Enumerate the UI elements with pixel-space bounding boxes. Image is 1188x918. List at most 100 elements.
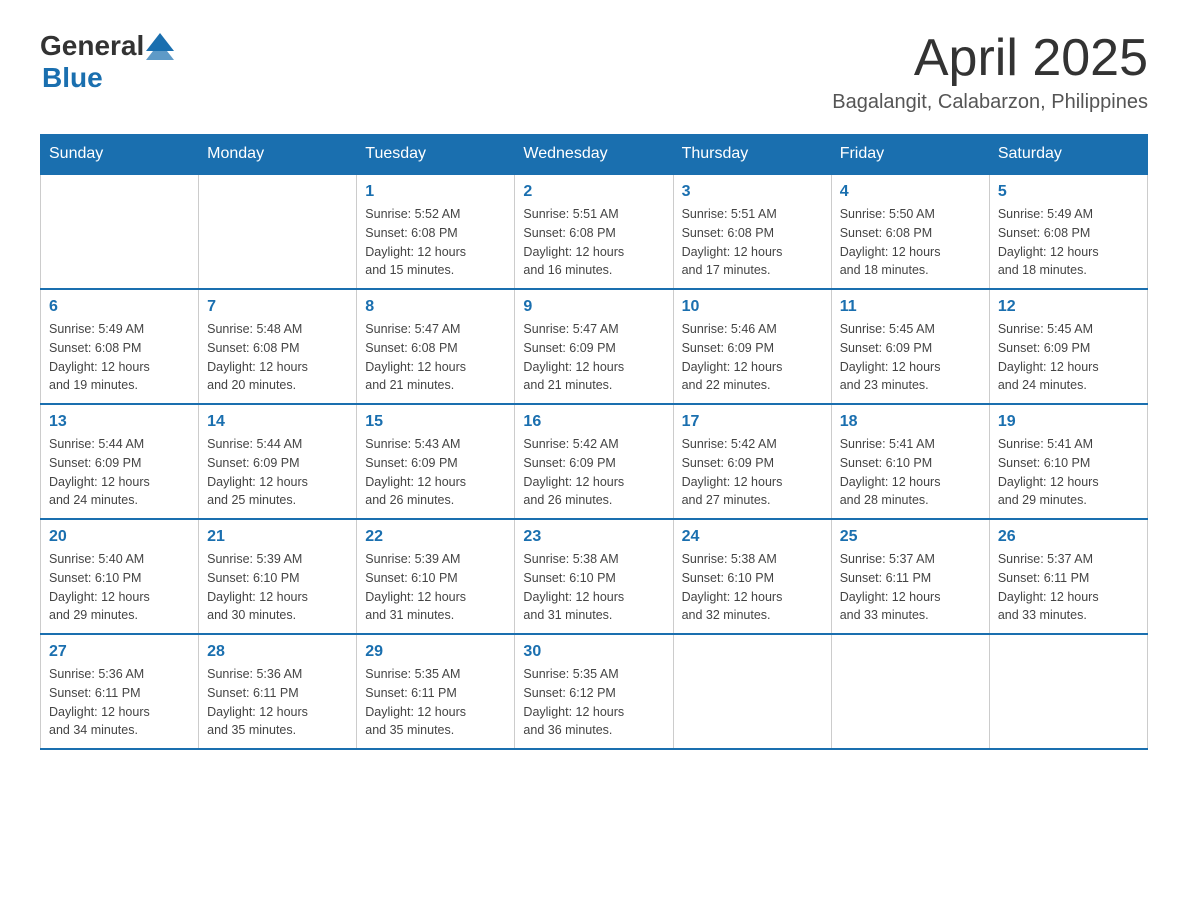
week-row-2: 6Sunrise: 5:49 AMSunset: 6:08 PMDaylight… xyxy=(41,289,1148,404)
calendar-cell: 15 Sunrise: 5:43 AMSunset: 6:09 PMDayligh… xyxy=(357,404,515,519)
day-info: Sunrise: 5:40 AMSunset: 6:10 PMDaylight:… xyxy=(49,550,190,625)
calendar-cell: 29 Sunrise: 5:35 AMSunset: 6:11 PMDayligh… xyxy=(357,634,515,749)
calendar-cell: 2 Sunrise: 5:51 AMSunset: 6:08 PMDaylight… xyxy=(515,174,673,289)
day-info: Sunrise: 5:50 AMSunset: 6:08 PMDaylight:… xyxy=(840,205,981,280)
day-info: Sunrise: 5:38 AMSunset: 6:10 PMDaylight:… xyxy=(523,550,664,625)
day-number: 15 xyxy=(365,413,506,431)
day-info: Sunrise: 5:36 AMSunset: 6:11 PMDaylight:… xyxy=(207,665,348,740)
calendar-cell: 28 Sunrise: 5:36 AMSunset: 6:11 PMDayligh… xyxy=(199,634,357,749)
title-section: April 2025 Bagalangit, Calabarzon, Phili… xyxy=(832,30,1148,114)
day-info: Sunrise: 5:45 AMSunset: 6:09 PMDaylight:… xyxy=(998,320,1139,395)
month-title: April 2025 xyxy=(832,30,1148,87)
day-info: Sunrise: 5:41 AMSunset: 6:10 PMDaylight:… xyxy=(998,435,1139,510)
weekday-header-thursday: Thursday xyxy=(673,135,831,175)
calendar-cell: 27Sunrise: 5:36 AMSunset: 6:11 PMDayligh… xyxy=(41,634,199,749)
calendar-cell: 16 Sunrise: 5:42 AMSunset: 6:09 PMDayligh… xyxy=(515,404,673,519)
day-info: Sunrise: 5:42 AMSunset: 6:09 PMDaylight:… xyxy=(523,435,664,510)
day-number: 13 xyxy=(49,413,190,431)
day-info: Sunrise: 5:51 AMSunset: 6:08 PMDaylight:… xyxy=(682,205,823,280)
day-info: Sunrise: 5:51 AMSunset: 6:08 PMDaylight:… xyxy=(523,205,664,280)
day-info: Sunrise: 5:49 AMSunset: 6:08 PMDaylight:… xyxy=(998,205,1139,280)
day-info: Sunrise: 5:47 AMSunset: 6:08 PMDaylight:… xyxy=(365,320,506,395)
day-number: 23 xyxy=(523,528,664,546)
day-info: Sunrise: 5:42 AMSunset: 6:09 PMDaylight:… xyxy=(682,435,823,510)
day-number: 30 xyxy=(523,643,664,661)
calendar-cell: 13 Sunrise: 5:44 AMSunset: 6:09 PMDayligh… xyxy=(41,404,199,519)
day-info: Sunrise: 5:43 AMSunset: 6:09 PMDaylight:… xyxy=(365,435,506,510)
day-number: 17 xyxy=(682,413,823,431)
week-row-3: 13 Sunrise: 5:44 AMSunset: 6:09 PMDayligh… xyxy=(41,404,1148,519)
calendar-cell: 22 Sunrise: 5:39 AMSunset: 6:10 PMDayligh… xyxy=(357,519,515,634)
calendar-cell: 9 Sunrise: 5:47 AMSunset: 6:09 PMDaylight… xyxy=(515,289,673,404)
day-info: Sunrise: 5:37 AMSunset: 6:11 PMDaylight:… xyxy=(998,550,1139,625)
logo: General Blue xyxy=(40,30,174,94)
day-number: 8 xyxy=(365,298,506,316)
calendar-cell: 25 Sunrise: 5:37 AMSunset: 6:11 PMDayligh… xyxy=(831,519,989,634)
calendar-cell: 8 Sunrise: 5:47 AMSunset: 6:08 PMDaylight… xyxy=(357,289,515,404)
calendar-cell xyxy=(673,634,831,749)
day-number: 20 xyxy=(49,528,190,546)
day-number: 22 xyxy=(365,528,506,546)
calendar-cell: 10 Sunrise: 5:46 AMSunset: 6:09 PMDayligh… xyxy=(673,289,831,404)
day-info: Sunrise: 5:41 AMSunset: 6:10 PMDaylight:… xyxy=(840,435,981,510)
day-number: 18 xyxy=(840,413,981,431)
day-info: Sunrise: 5:47 AMSunset: 6:09 PMDaylight:… xyxy=(523,320,664,395)
day-number: 28 xyxy=(207,643,348,661)
calendar-cell: 23 Sunrise: 5:38 AMSunset: 6:10 PMDayligh… xyxy=(515,519,673,634)
calendar-cell: 24 Sunrise: 5:38 AMSunset: 6:10 PMDayligh… xyxy=(673,519,831,634)
day-info: Sunrise: 5:46 AMSunset: 6:09 PMDaylight:… xyxy=(682,320,823,395)
day-info: Sunrise: 5:39 AMSunset: 6:10 PMDaylight:… xyxy=(365,550,506,625)
day-number: 4 xyxy=(840,183,981,201)
day-info: Sunrise: 5:52 AMSunset: 6:08 PMDaylight:… xyxy=(365,205,506,280)
location-title: Bagalangit, Calabarzon, Philippines xyxy=(832,91,1148,114)
day-number: 21 xyxy=(207,528,348,546)
week-row-1: 1 Sunrise: 5:52 AMSunset: 6:08 PMDaylight… xyxy=(41,174,1148,289)
weekday-header-friday: Friday xyxy=(831,135,989,175)
day-number: 11 xyxy=(840,298,981,316)
weekday-header-row: SundayMondayTuesdayWednesdayThursdayFrid… xyxy=(41,135,1148,175)
day-number: 12 xyxy=(998,298,1139,316)
logo-text-general: General xyxy=(40,30,144,62)
logo-text-blue: Blue xyxy=(42,62,103,93)
day-info: Sunrise: 5:45 AMSunset: 6:09 PMDaylight:… xyxy=(840,320,981,395)
day-info: Sunrise: 5:35 AMSunset: 6:11 PMDaylight:… xyxy=(365,665,506,740)
day-number: 2 xyxy=(523,183,664,201)
weekday-header-sunday: Sunday xyxy=(41,135,199,175)
day-number: 7 xyxy=(207,298,348,316)
calendar-cell: 11 Sunrise: 5:45 AMSunset: 6:09 PMDayligh… xyxy=(831,289,989,404)
calendar-cell: 17 Sunrise: 5:42 AMSunset: 6:09 PMDayligh… xyxy=(673,404,831,519)
calendar-cell: 5Sunrise: 5:49 AMSunset: 6:08 PMDaylight… xyxy=(989,174,1147,289)
day-info: Sunrise: 5:38 AMSunset: 6:10 PMDaylight:… xyxy=(682,550,823,625)
day-number: 14 xyxy=(207,413,348,431)
calendar-cell xyxy=(831,634,989,749)
calendar-cell: 18 Sunrise: 5:41 AMSunset: 6:10 PMDayligh… xyxy=(831,404,989,519)
calendar-cell xyxy=(199,174,357,289)
calendar-cell: 19 Sunrise: 5:41 AMSunset: 6:10 PMDayligh… xyxy=(989,404,1147,519)
calendar-cell xyxy=(41,174,199,289)
week-row-5: 27 Sunrise: 5:36 AMSunset: 6:11 PMDayligh… xyxy=(41,634,1148,749)
day-info: Sunrise: 5:37 AMSunset: 6:11 PMDaylight:… xyxy=(840,550,981,625)
calendar-cell: 3 Sunrise: 5:51 AMSunset: 6:08 PMDaylight… xyxy=(673,174,831,289)
weekday-header-monday: Monday xyxy=(199,135,357,175)
calendar-cell: 6Sunrise: 5:49 AMSunset: 6:08 PMDaylight… xyxy=(41,289,199,404)
weekday-header-saturday: Saturday xyxy=(989,135,1147,175)
day-number: 1 xyxy=(365,183,506,201)
week-row-4: 20 Sunrise: 5:40 AMSunset: 6:10 PMDayligh… xyxy=(41,519,1148,634)
day-number: 25 xyxy=(840,528,981,546)
day-number: 3 xyxy=(682,183,823,201)
day-number: 16 xyxy=(523,413,664,431)
day-info: Sunrise: 5:44 AMSunset: 6:09 PMDaylight:… xyxy=(207,435,348,510)
day-number: 9 xyxy=(523,298,664,316)
calendar-table: SundayMondayTuesdayWednesdayThursdayFrid… xyxy=(40,134,1148,750)
day-number: 29 xyxy=(365,643,506,661)
calendar-cell: 12 Sunrise: 5:45 AMSunset: 6:09 PMDayligh… xyxy=(989,289,1147,404)
calendar-cell xyxy=(989,634,1147,749)
weekday-header-wednesday: Wednesday xyxy=(515,135,673,175)
day-number: 10 xyxy=(682,298,823,316)
day-info: Sunrise: 5:44 AMSunset: 6:09 PMDaylight:… xyxy=(49,435,190,510)
day-info: Sunrise: 5:49 AMSunset: 6:08 PMDaylight:… xyxy=(49,320,190,395)
day-number: 24 xyxy=(682,528,823,546)
calendar-cell: 14 Sunrise: 5:44 AMSunset: 6:09 PMDayligh… xyxy=(199,404,357,519)
day-number: 19 xyxy=(998,413,1139,431)
day-number: 27 xyxy=(49,643,190,661)
